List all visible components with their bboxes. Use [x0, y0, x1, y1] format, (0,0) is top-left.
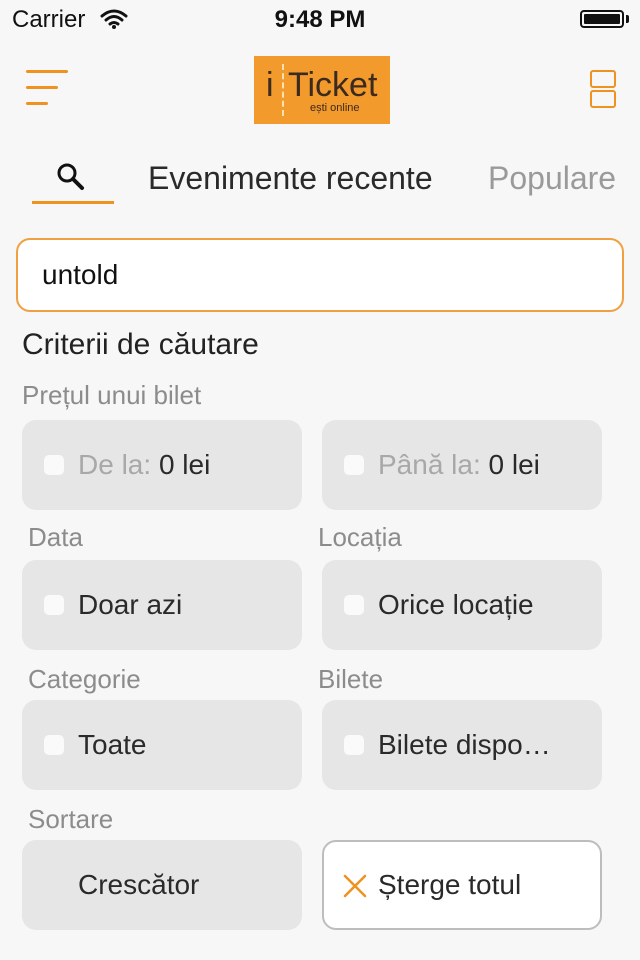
logo-ticket: Ticket: [288, 66, 378, 104]
battery-tip: [626, 15, 629, 23]
date-label: Data: [28, 522, 83, 552]
price-from-prefix: De la:: [78, 449, 152, 480]
price-from-value: 0 lei: [158, 449, 211, 480]
clear-all-button[interactable]: Șterge totul: [322, 840, 602, 930]
tab-recent-events[interactable]: Evenimente recente: [148, 160, 433, 197]
battery-icon: [580, 10, 624, 28]
location-label: Locația: [318, 522, 402, 552]
category-checkbox[interactable]: [44, 735, 64, 755]
app-logo: i Ticket ești online: [254, 56, 390, 124]
category-filter[interactable]: Toate: [22, 700, 302, 790]
location-value: Orice locație: [378, 589, 534, 620]
price-to-value: 0 lei: [488, 449, 540, 480]
sort-label: Sortare: [28, 804, 114, 834]
date-checkbox[interactable]: [44, 595, 64, 615]
tab-search[interactable]: [32, 160, 114, 204]
price-from-checkbox[interactable]: [44, 455, 64, 475]
tickets-label: Bilete: [318, 664, 384, 694]
price-to-prefix: Până la:: [378, 449, 481, 480]
tab-active-indicator: [32, 201, 114, 204]
location-filter[interactable]: Orice locație: [322, 560, 602, 650]
search-icon: [57, 163, 84, 190]
price-from-filter[interactable]: De la: 0 lei: [22, 420, 302, 510]
clock: 9:48 PM: [274, 6, 366, 33]
hamburger-menu-icon[interactable]: [22, 66, 70, 110]
price-to-filter[interactable]: Până la: 0 lei: [322, 420, 602, 510]
clear-all-label: Șterge totul: [378, 869, 522, 900]
sort-value: Crescător: [78, 869, 200, 900]
tickets-checkbox[interactable]: [344, 735, 364, 755]
tickets-filter[interactable]: Bilete dispo…: [322, 700, 602, 790]
tickets-value: Bilete dispo…: [378, 729, 551, 760]
logo-i: i: [266, 66, 274, 104]
close-icon: [343, 874, 367, 898]
logo-tagline: ești online: [310, 102, 360, 114]
sort-button[interactable]: Crescător: [22, 840, 302, 930]
search-input[interactable]: [16, 238, 624, 312]
price-label: Prețul unui bilet: [22, 380, 202, 410]
view-toggle-icon[interactable]: [590, 68, 616, 108]
price-to-checkbox[interactable]: [344, 455, 364, 475]
category-label: Categorie: [28, 664, 141, 694]
criteria-title: Criterii de căutare: [22, 328, 259, 361]
date-filter[interactable]: Doar azi: [22, 560, 302, 650]
location-checkbox[interactable]: [344, 595, 364, 615]
date-value: Doar azi: [78, 589, 183, 620]
category-value: Toate: [78, 729, 147, 760]
tab-popular[interactable]: Populare: [488, 160, 616, 197]
